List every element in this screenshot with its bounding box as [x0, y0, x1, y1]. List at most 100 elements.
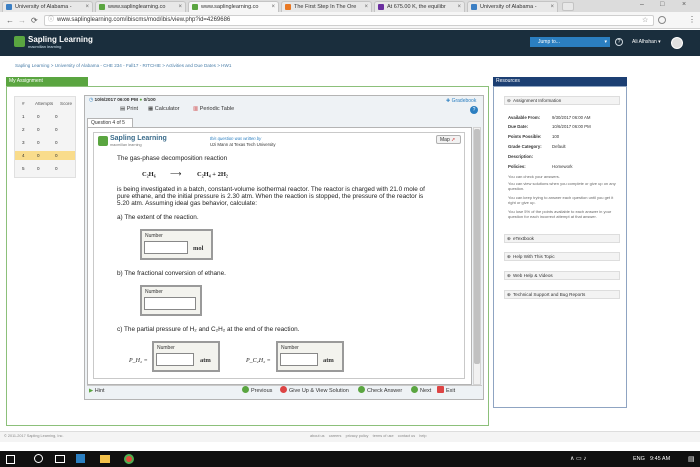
- windows-start-icon[interactable]: [6, 455, 15, 464]
- pressure-c2h2-input[interactable]: [280, 353, 318, 366]
- help-icon[interactable]: ?: [470, 106, 478, 114]
- print-button[interactable]: ▤ Print: [120, 106, 138, 112]
- forward-icon[interactable]: →: [18, 16, 26, 25]
- policy-note: You can check your answers.: [508, 174, 560, 179]
- close-icon[interactable]: ×: [85, 2, 89, 12]
- window-close-icon[interactable]: ×: [682, 1, 686, 8]
- clock-icon: ◷: [89, 98, 94, 103]
- description-label: Description:: [508, 154, 534, 159]
- periodic-table-button[interactable]: ▥ Periodic Table: [193, 106, 234, 112]
- due-label: Due Date:: [508, 124, 529, 129]
- address-bar[interactable]: ⓘ www.saplinglearning.com/ibiscms/mod/ibi…: [44, 15, 654, 26]
- close-icon[interactable]: ×: [550, 2, 554, 12]
- gradebook-icon: ✚: [446, 98, 451, 104]
- calculator-button[interactable]: ▦ Calculator: [148, 106, 180, 112]
- question-paragraph: 5.20 atm. Assuming ideal gas behavior, c…: [117, 200, 257, 207]
- check-answer-button[interactable]: Check Answer: [358, 386, 402, 396]
- hint-arrow-icon: ▶: [89, 388, 94, 394]
- table-row[interactable]: 200: [15, 125, 75, 134]
- pressure-h2-input[interactable]: [156, 353, 194, 366]
- hint-button[interactable]: ▶ Hint: [89, 386, 105, 396]
- task-view-icon[interactable]: [55, 455, 65, 463]
- notifications-icon[interactable]: ▤: [688, 455, 695, 463]
- table-row[interactable]: 500: [15, 164, 75, 173]
- map-button[interactable]: Map ➚: [436, 135, 461, 144]
- map-arrow-icon: ➚: [451, 137, 456, 143]
- etextbook-section[interactable]: ⊕ eTextbook: [504, 234, 620, 243]
- new-tab-button[interactable]: [562, 2, 574, 11]
- number-label: Number: [157, 345, 175, 351]
- help-topic-section[interactable]: ⊕ Help With This Topic: [504, 252, 620, 261]
- next-icon: [411, 386, 418, 393]
- help-icon[interactable]: ?: [615, 38, 623, 46]
- expand-icon: ⊕: [507, 254, 511, 259]
- favicon-icon: [6, 4, 12, 10]
- jump-to-select[interactable]: Jump to... ▾: [530, 37, 610, 47]
- file-explorer-icon[interactable]: [100, 455, 110, 463]
- close-icon[interactable]: ×: [364, 2, 368, 12]
- browser-tab[interactable]: University of Alabama - ×: [467, 1, 558, 12]
- calculator-icon: ▦: [148, 106, 154, 112]
- favicon-icon: [471, 4, 477, 10]
- periodic-table-icon: ▥: [193, 106, 199, 112]
- extent-input[interactable]: [144, 241, 188, 254]
- web-help-section[interactable]: ⊕ Web Help & Videos: [504, 271, 620, 280]
- exit-button[interactable]: Exit: [437, 386, 455, 396]
- points-value: 100: [552, 134, 560, 139]
- question-paragraph: is being investigated in a batch, consta…: [117, 186, 425, 193]
- page-info-icon: ⓘ: [48, 17, 55, 23]
- unit-label: atm: [200, 357, 211, 364]
- user-menu[interactable]: Ali Alhshan ▾: [632, 39, 661, 45]
- chrome-icon[interactable]: [124, 454, 134, 464]
- assignment-info-section[interactable]: ⊖ Assignment Information: [504, 96, 620, 105]
- previous-icon: [242, 386, 249, 393]
- due-status: ◷ 10/6/2017 06:00 PM ● 0/100: [89, 98, 156, 103]
- my-assignment-header: My Assignment: [6, 77, 88, 86]
- star-icon[interactable]: ☆: [642, 16, 648, 24]
- browser-tab[interactable]: University of Alabama - ×: [2, 1, 93, 12]
- number-label: Number: [145, 289, 163, 295]
- site-logo-subtitle: macmillan learning: [28, 44, 62, 49]
- table-row-active[interactable]: 400: [15, 151, 75, 160]
- breadcrumb[interactable]: Sapling Learning > University of Alabama…: [15, 63, 231, 68]
- browser-tab[interactable]: At 675.00 K, the equilibr ×: [374, 1, 465, 12]
- site-logo[interactable]: Sapling Learning: [28, 35, 93, 44]
- p-c2h2-label: P_C₂H₂ =: [246, 358, 271, 364]
- expand-icon: ⊕: [507, 292, 511, 297]
- minimize-icon[interactable]: –: [640, 1, 644, 8]
- favicon-icon: [99, 4, 105, 10]
- browser-tab[interactable]: The First Step In The Ore ×: [281, 1, 372, 12]
- table-row[interactable]: 100: [15, 112, 75, 121]
- browser-tab[interactable]: www.saplinglearning.co ×: [95, 1, 186, 12]
- language-indicator[interactable]: ENG: [633, 456, 645, 462]
- next-button[interactable]: Next: [411, 386, 431, 396]
- clock[interactable]: 9:45 AM: [650, 456, 670, 462]
- edge-icon[interactable]: [76, 454, 85, 463]
- favicon-icon: [285, 4, 291, 10]
- reload-icon[interactable]: ⟳: [31, 16, 38, 25]
- support-section[interactable]: ⊕ Technical Support and Bug Reports: [504, 290, 620, 299]
- gradebook-button[interactable]: ✚ Gradebook: [446, 98, 476, 104]
- sapling-logo-icon[interactable]: [14, 36, 25, 47]
- menu-icon[interactable]: ⋮: [688, 15, 696, 24]
- scrollbar-thumb[interactable]: [474, 129, 480, 364]
- conversion-input[interactable]: [144, 297, 196, 310]
- give-up-button[interactable]: Give Up & View Solution: [280, 386, 349, 396]
- close-icon[interactable]: ×: [271, 2, 275, 12]
- maximize-icon[interactable]: □: [660, 1, 664, 8]
- close-icon[interactable]: ×: [457, 2, 461, 12]
- previous-button[interactable]: Previous: [242, 386, 272, 396]
- tray-icons[interactable]: ∧ ▭ ♪: [570, 455, 586, 462]
- footer-links[interactable]: about us careers privacy policy terms of…: [310, 434, 427, 438]
- copyright: © 2011-2017 Sapling Learning, Inc.: [4, 434, 64, 438]
- close-icon[interactable]: ×: [178, 2, 182, 12]
- avatar[interactable]: [671, 37, 683, 49]
- grade-category-value: Default: [552, 144, 566, 149]
- browser-tab-active[interactable]: www.saplinglearning.co ×: [188, 1, 279, 12]
- back-icon[interactable]: ←: [6, 16, 14, 25]
- expand-icon: ⊕: [507, 273, 511, 278]
- question-tab[interactable]: Question 4 of 5: [87, 118, 133, 127]
- table-row[interactable]: 300: [15, 138, 75, 147]
- search-icon[interactable]: [34, 454, 43, 463]
- extension-icon[interactable]: [658, 16, 666, 24]
